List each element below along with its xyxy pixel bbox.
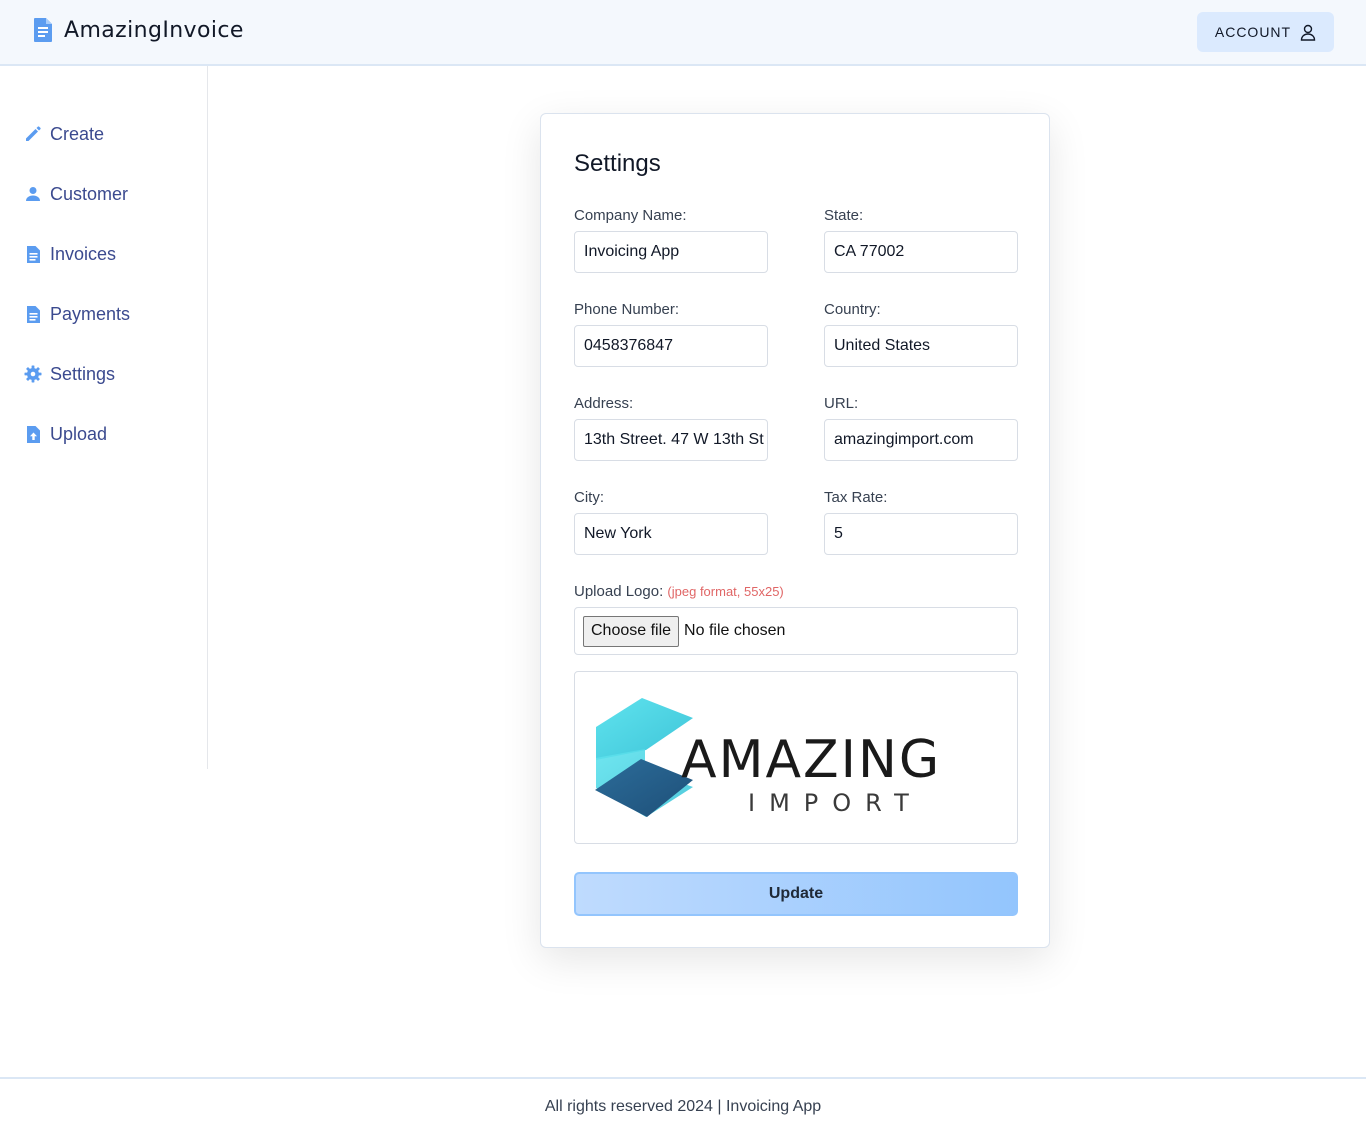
sidebar-item-upload[interactable]: Upload (24, 419, 107, 449)
company-logo: AMAZING IMPORT (595, 698, 941, 817)
logo-word-amazing: AMAZING (681, 730, 941, 790)
state-label: State: (824, 207, 864, 224)
sidebar-item-label: Create (50, 123, 105, 144)
sidebar-item-label: Settings (50, 363, 116, 384)
footer-text: All rights reserved 2024 | Invoicing App (544, 1098, 822, 1115)
sidebar-item-label: Upload (50, 423, 108, 444)
account-label: ACCOUNT (1214, 24, 1292, 40)
sidebar-item-label: Customer (50, 183, 129, 204)
pencil-icon (24, 124, 42, 144)
update-button[interactable]: Update (574, 872, 1018, 916)
upload-logo-label: Upload Logo: (jpeg format, 55x25) (574, 583, 784, 600)
sidebar-item-label: Invoices (50, 243, 117, 264)
sidebar-item-label: Payments (50, 303, 131, 324)
brand[interactable]: AmazingInvoice (33, 14, 244, 46)
state-input[interactable]: CA 77002 (824, 231, 1018, 273)
sidebar-item-customer[interactable]: Customer (24, 179, 128, 209)
company-name-label: Company Name: (574, 207, 687, 224)
choose-file-button[interactable]: Choose file (583, 615, 680, 647)
brand-name: AmazingInvoice (64, 17, 244, 43)
gear-icon (24, 364, 42, 384)
footer-divider (0, 1077, 1366, 1079)
page-title: Settings (574, 150, 661, 177)
logo-word-import: IMPORT (748, 789, 923, 817)
company-name-input[interactable]: Invoicing App (574, 231, 768, 273)
city-label: City: (574, 489, 604, 506)
document-icon (33, 17, 53, 43)
account-button[interactable]: ACCOUNT (1197, 12, 1334, 52)
user-icon (24, 184, 42, 204)
user-icon (1300, 24, 1316, 41)
top-header: AmazingInvoice ACCOUNT (0, 0, 1366, 66)
upload-logo-text: Upload Logo: (574, 583, 664, 600)
file-status: No file chosen (684, 622, 786, 639)
document-icon (24, 244, 42, 264)
settings-card: Settings Company Name: Invoicing App Sta… (540, 113, 1050, 948)
sidebar-item-invoices[interactable]: Invoices (24, 239, 116, 269)
logo-file-input[interactable]: Choose file No file chosen (574, 607, 1018, 655)
sidebar-item-settings[interactable]: Settings (24, 359, 115, 389)
address-label: Address: (574, 395, 634, 412)
phone-label: Phone Number: (574, 301, 680, 318)
sidebar-item-create[interactable]: Create (24, 119, 104, 149)
url-input[interactable]: amazingimport.com (824, 419, 1018, 461)
sidebar: Create Customer Invoices Payments Settin… (0, 66, 208, 769)
country-label: Country: (824, 301, 881, 318)
address-input[interactable]: 13th Street. 47 W 13th St (574, 419, 768, 461)
document-icon (24, 304, 42, 324)
tax-rate-input[interactable]: 5 (824, 513, 1018, 555)
tax-rate-label: Tax Rate: (824, 489, 888, 506)
logo-preview: AMAZING IMPORT (574, 671, 1018, 844)
upload-icon (24, 424, 42, 444)
city-input[interactable]: New York (574, 513, 768, 555)
country-input[interactable]: United States (824, 325, 1018, 367)
url-label: URL: (824, 395, 859, 412)
upload-format-hint: (jpeg format, 55x25) (667, 584, 784, 599)
sidebar-item-payments[interactable]: Payments (24, 299, 130, 329)
phone-input[interactable]: 0458376847 (574, 325, 768, 367)
